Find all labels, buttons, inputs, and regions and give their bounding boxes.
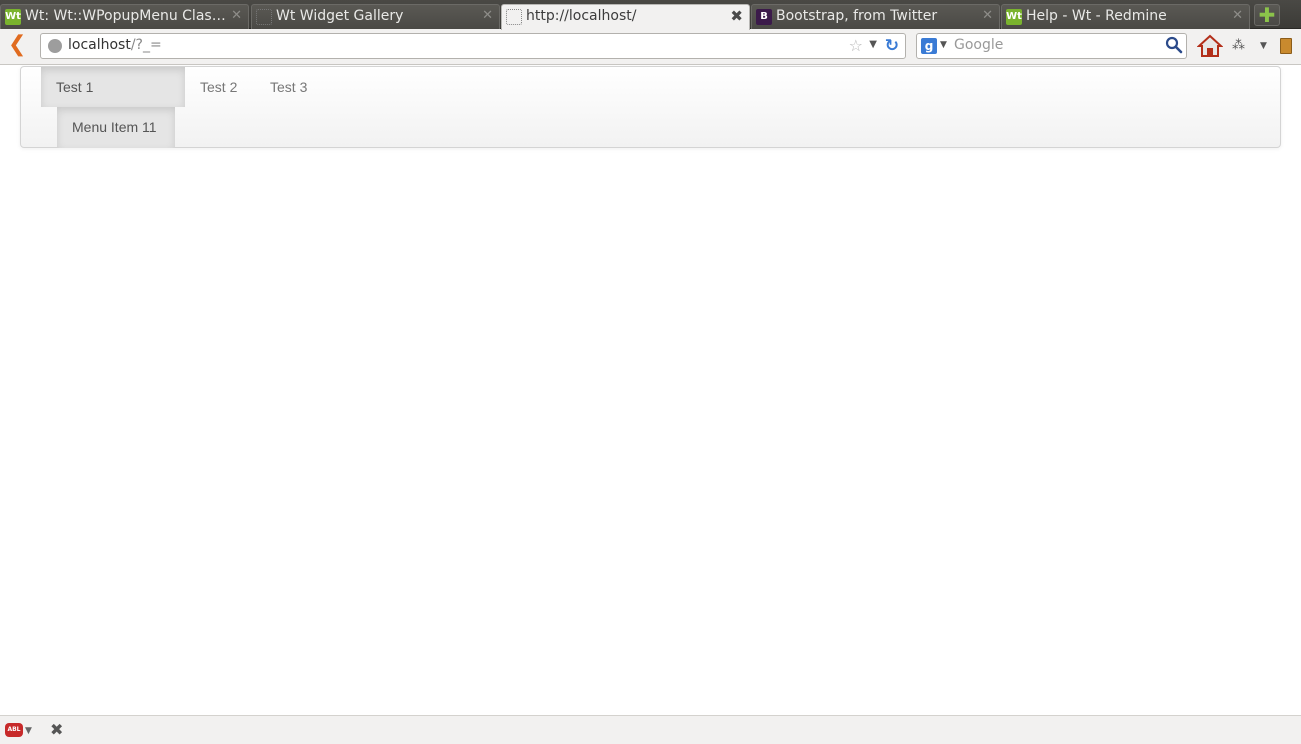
back-arrow-icon[interactable]: ❮ <box>8 34 28 57</box>
globe-icon <box>48 39 62 53</box>
new-tab-button[interactable]: ✚ <box>1254 4 1280 26</box>
wt-favicon-icon: Wt <box>1006 9 1022 25</box>
menu-item-test-1[interactable]: Test 1 <box>41 67 185 107</box>
search-input[interactable] <box>954 37 1154 53</box>
browser-tab-wpopupmenu[interactable]: Wt Wt: Wt::WPopupMenu Clas… ✕ <box>0 4 249 29</box>
engine-dropdown-icon[interactable]: ▼ <box>940 40 947 50</box>
adblock-dropdown-icon[interactable]: ▼ <box>25 726 32 736</box>
tab-title: Bootstrap, from Twitter <box>776 8 938 24</box>
url-path: /?_= <box>130 37 162 53</box>
bookmark-star-icon[interactable]: ☆ <box>849 36 863 55</box>
browser-tab-localhost[interactable]: http://localhost/ ✖ <box>501 4 750 30</box>
wt-favicon-icon: Wt <box>5 9 21 25</box>
browser-tab-redmine[interactable]: Wt Help - Wt - Redmine ✕ <box>1001 4 1250 29</box>
blank-favicon-icon <box>506 9 522 25</box>
menu-item-test-2[interactable]: Test 2 <box>200 67 237 107</box>
close-tab-icon[interactable]: ✕ <box>1232 5 1243 27</box>
wt-navbar: Test 1 Test 2 Test 3 Menu Item 11 <box>20 66 1281 148</box>
tab-title: Help - Wt - Redmine <box>1026 8 1167 24</box>
addon-icon[interactable]: ⁂ <box>1232 38 1245 53</box>
addon-dropdown-icon[interactable]: ▼ <box>1260 41 1267 51</box>
close-tab-icon[interactable]: ✕ <box>231 5 242 27</box>
url-host: localhost <box>68 37 131 53</box>
blank-favicon-icon <box>256 9 272 25</box>
navigation-toolbar: ❮ localhost/?_= ☆ ▼ ↻ g ▼ ⁂ ▼ <box>0 29 1301 65</box>
status-bar: ABL ▼ ✖ <box>0 715 1301 744</box>
submenu-item-menu-item-11[interactable]: Menu Item 11 <box>57 107 175 148</box>
tab-strip: Wt Wt: Wt::WPopupMenu Clas… ✕ Wt Widget … <box>0 0 1301 30</box>
browser-tab-bootstrap[interactable]: B Bootstrap, from Twitter ✕ <box>751 4 1000 29</box>
browser-tab-widget-gallery[interactable]: Wt Widget Gallery ✕ <box>251 4 500 29</box>
tab-title: Wt: Wt::WPopupMenu Clas… <box>25 8 226 24</box>
google-engine-icon[interactable]: g <box>921 38 937 54</box>
page-content: Test 1 Test 2 Test 3 Menu Item 11 <box>0 66 1301 715</box>
home-icon[interactable] <box>1197 33 1223 59</box>
reload-icon[interactable]: ↻ <box>885 36 899 56</box>
tab-title: Wt Widget Gallery <box>276 8 404 24</box>
close-icon[interactable]: ✖ <box>50 720 63 739</box>
close-tab-icon[interactable]: ✕ <box>982 5 993 27</box>
search-icon[interactable] <box>1165 36 1183 54</box>
search-bar[interactable]: g ▼ <box>916 33 1187 59</box>
bookmarks-icon[interactable] <box>1280 38 1292 54</box>
close-tab-icon[interactable]: ✕ <box>482 5 493 27</box>
history-dropdown-icon[interactable]: ▼ <box>869 39 877 50</box>
menu-item-test-3[interactable]: Test 3 <box>270 67 307 107</box>
bootstrap-favicon-icon: B <box>756 9 772 25</box>
adblock-icon[interactable]: ABL <box>5 723 23 737</box>
tab-title: http://localhost/ <box>526 8 637 24</box>
url-bar[interactable]: localhost/?_= ☆ ▼ ↻ <box>40 33 906 59</box>
url-text[interactable]: localhost/?_= <box>68 37 162 53</box>
close-tab-icon[interactable]: ✖ <box>730 5 743 27</box>
